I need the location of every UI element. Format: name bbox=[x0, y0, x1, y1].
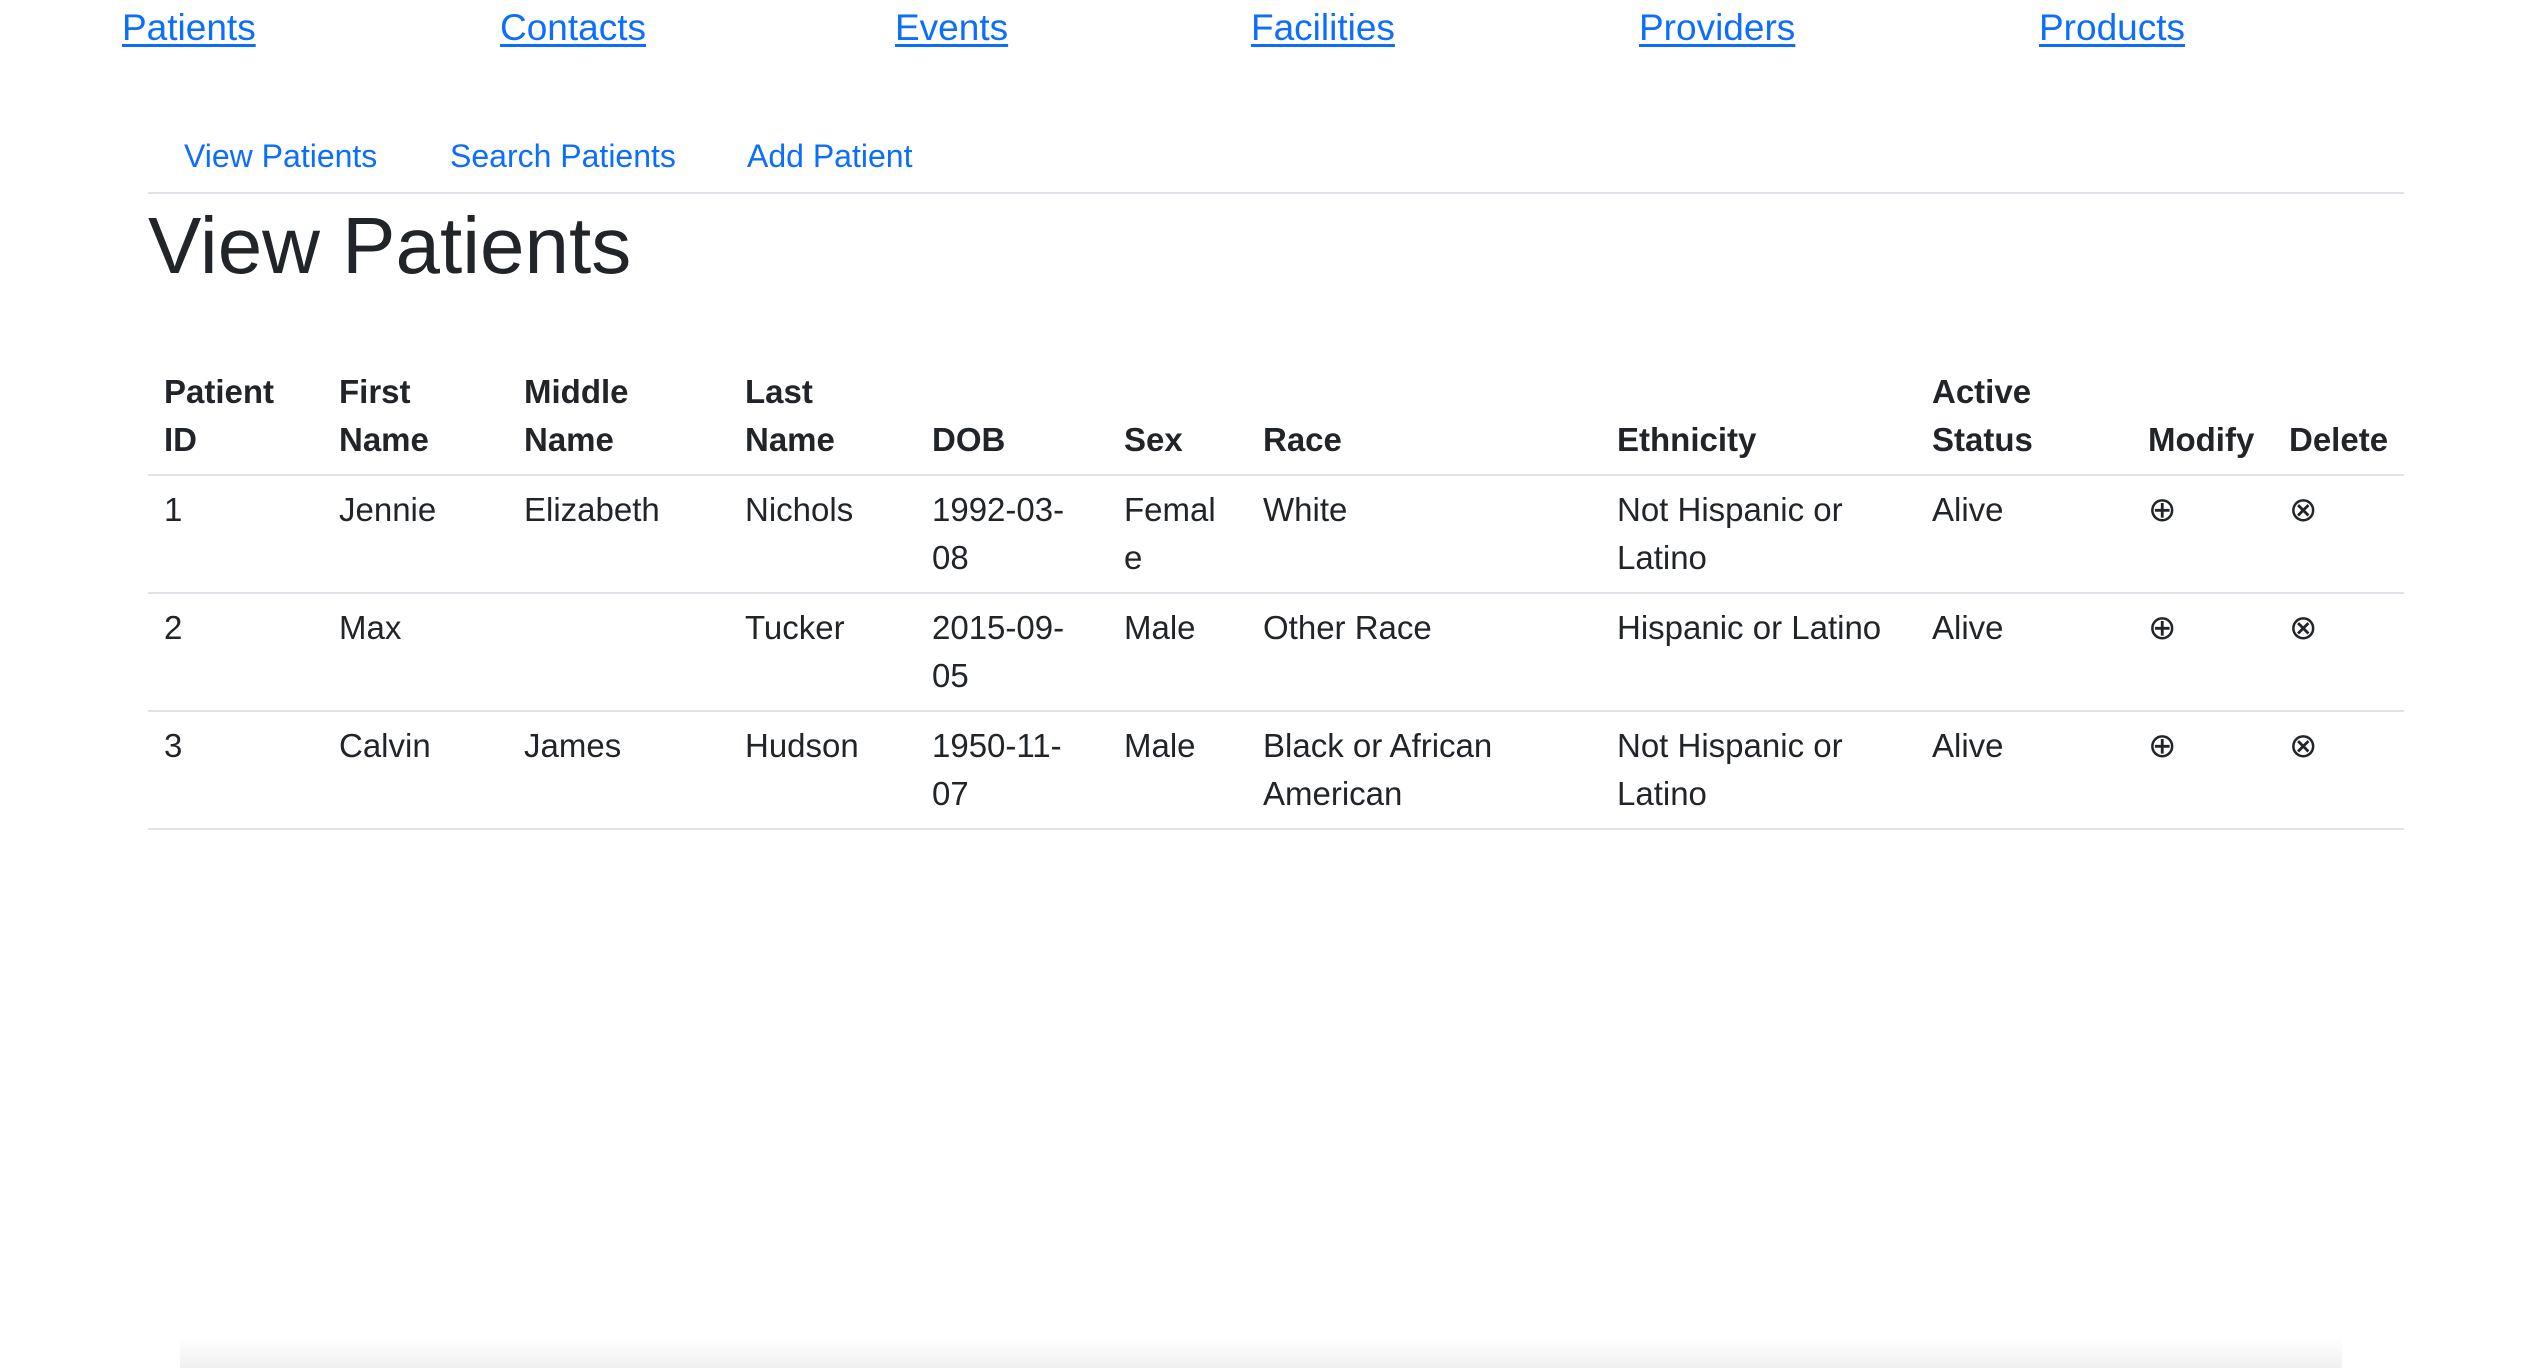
cell-dob: 2015-09-05 bbox=[916, 593, 1108, 712]
cell-middle-name bbox=[508, 593, 729, 712]
circled-plus-icon[interactable]: ⊕ bbox=[2148, 722, 2177, 770]
cell-ethnicity: Hispanic or Latino bbox=[1601, 593, 1916, 712]
cell-patient-id: 1 bbox=[148, 475, 323, 594]
circled-times-icon[interactable]: ⊗ bbox=[2289, 722, 2318, 770]
cell-ethnicity: Not Hispanic or Latino bbox=[1601, 475, 1916, 594]
column-header-sex: Sex bbox=[1108, 368, 1247, 476]
table-row: 1 Jennie Elizabeth Nichols 1992-03-08 Fe… bbox=[148, 475, 2404, 594]
cell-first-name: Jennie bbox=[323, 475, 508, 594]
cell-middle-name: James bbox=[508, 711, 729, 830]
cell-active-status: Alive bbox=[1916, 593, 2132, 712]
cell-first-name: Calvin bbox=[323, 711, 508, 830]
page-title: View Patients bbox=[148, 201, 632, 290]
cell-sex: Female bbox=[1108, 475, 1247, 594]
cell-sex: Male bbox=[1108, 593, 1247, 712]
nav-link-patients[interactable]: Patients bbox=[122, 6, 256, 50]
nav-link-events[interactable]: Events bbox=[895, 6, 1008, 50]
top-navigation: Patients Contacts Events Facilities Prov… bbox=[0, 0, 2522, 60]
cell-modify: ⊕ bbox=[2132, 711, 2273, 830]
tab-view-patients[interactable]: View Patients bbox=[184, 132, 377, 180]
cell-last-name: Tucker bbox=[729, 593, 916, 712]
nav-link-products[interactable]: Products bbox=[2039, 6, 2185, 50]
table-row: 2 Max Tucker 2015-09-05 Male Other Race … bbox=[148, 593, 2404, 712]
column-header-dob: DOB bbox=[916, 368, 1108, 476]
cell-dob: 1950-11-07 bbox=[916, 711, 1108, 830]
cell-delete: ⊗ bbox=[2273, 475, 2404, 594]
circled-times-icon[interactable]: ⊗ bbox=[2289, 486, 2318, 534]
cell-last-name: Nichols bbox=[729, 475, 916, 594]
cell-middle-name: Elizabeth bbox=[508, 475, 729, 594]
cell-delete: ⊗ bbox=[2273, 711, 2404, 830]
cell-active-status: Alive bbox=[1916, 711, 2132, 830]
tab-add-patient[interactable]: Add Patient bbox=[747, 132, 912, 180]
cell-modify: ⊕ bbox=[2132, 475, 2273, 594]
column-header-delete: Delete bbox=[2273, 368, 2404, 476]
cell-last-name: Hudson bbox=[729, 711, 916, 830]
patients-subnav: View Patients Search Patients Add Patien… bbox=[148, 128, 2404, 194]
circled-times-icon[interactable]: ⊗ bbox=[2289, 604, 2318, 652]
cell-active-status: Alive bbox=[1916, 475, 2132, 594]
cell-sex: Male bbox=[1108, 711, 1247, 830]
patients-table: Patient ID First Name Middle Name Last N… bbox=[148, 368, 2404, 830]
column-header-ethnicity: Ethnicity bbox=[1601, 368, 1916, 476]
cell-race: White bbox=[1247, 475, 1601, 594]
circled-plus-icon[interactable]: ⊕ bbox=[2148, 604, 2177, 652]
table-row: 3 Calvin James Hudson 1950-11-07 Male Bl… bbox=[148, 711, 2404, 830]
column-header-middle-name: Middle Name bbox=[508, 368, 729, 476]
table-header-row: Patient ID First Name Middle Name Last N… bbox=[148, 368, 2404, 476]
nav-link-providers[interactable]: Providers bbox=[1639, 6, 1795, 50]
nav-link-contacts[interactable]: Contacts bbox=[500, 6, 646, 50]
column-header-race: Race bbox=[1247, 368, 1601, 476]
cell-ethnicity: Not Hispanic or Latino bbox=[1601, 711, 1916, 830]
bottom-shadow bbox=[180, 1338, 2342, 1368]
cell-race: Black or African American bbox=[1247, 711, 1601, 830]
column-header-active-status: Active Status bbox=[1916, 368, 2132, 476]
column-header-patient-id: Patient ID bbox=[148, 368, 323, 476]
cell-dob: 1992-03-08 bbox=[916, 475, 1108, 594]
column-header-first-name: First Name bbox=[323, 368, 508, 476]
nav-link-facilities[interactable]: Facilities bbox=[1251, 6, 1395, 50]
cell-first-name: Max bbox=[323, 593, 508, 712]
cell-patient-id: 2 bbox=[148, 593, 323, 712]
column-header-last-name: Last Name bbox=[729, 368, 916, 476]
circled-plus-icon[interactable]: ⊕ bbox=[2148, 486, 2177, 534]
cell-delete: ⊗ bbox=[2273, 593, 2404, 712]
tab-search-patients[interactable]: Search Patients bbox=[450, 132, 676, 180]
cell-race: Other Race bbox=[1247, 593, 1601, 712]
column-header-modify: Modify bbox=[2132, 368, 2273, 476]
cell-patient-id: 3 bbox=[148, 711, 323, 830]
cell-modify: ⊕ bbox=[2132, 593, 2273, 712]
